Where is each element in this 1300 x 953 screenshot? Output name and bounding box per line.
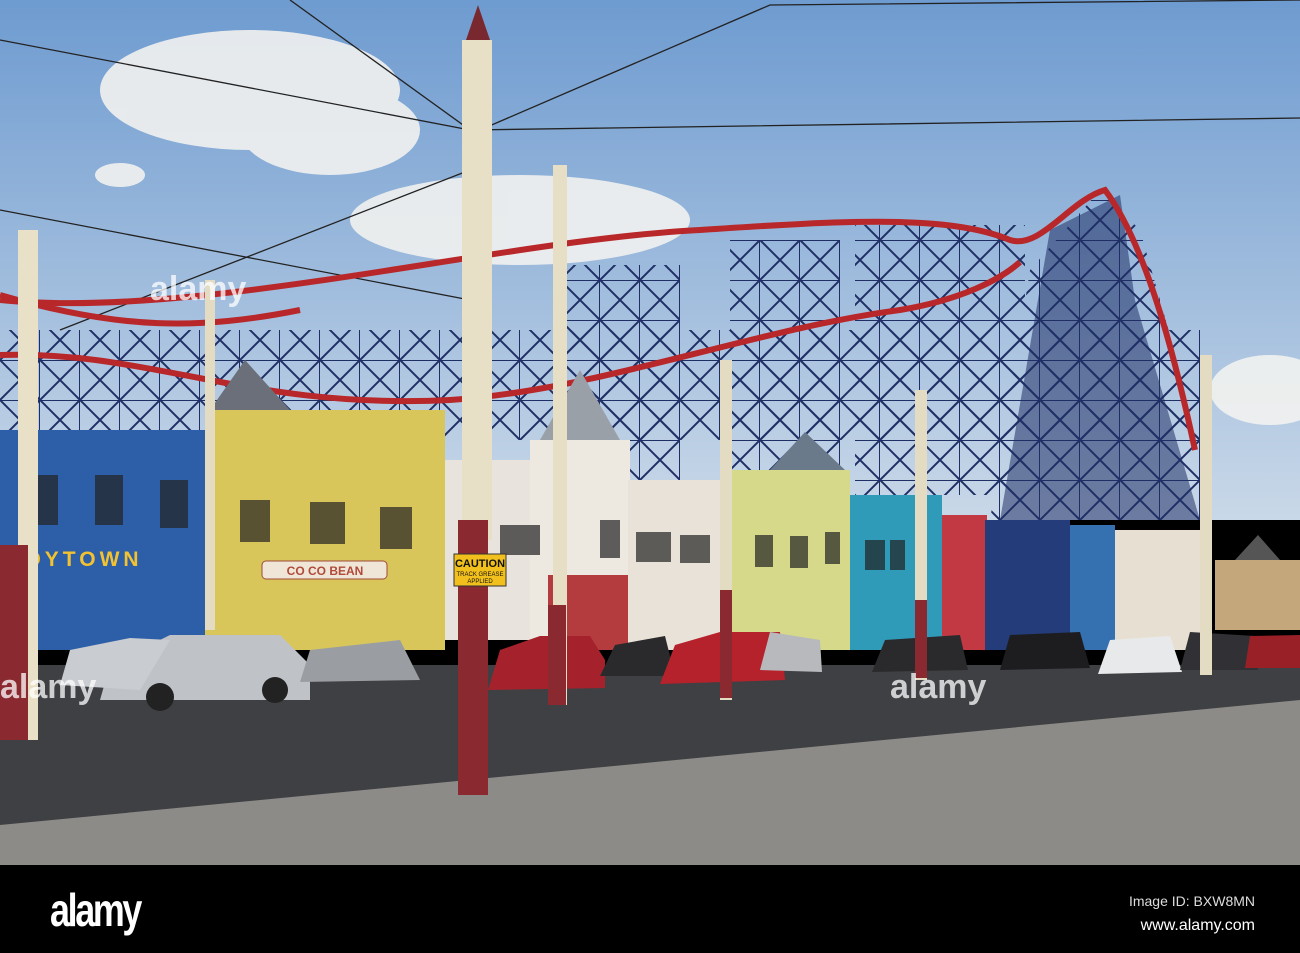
svg-text:CO CO BEAN: CO CO BEAN xyxy=(287,564,364,578)
site-url: www.alamy.com xyxy=(1140,917,1255,934)
svg-text:CAUTION: CAUTION xyxy=(455,558,505,570)
svg-text:APPLIED: APPLIED xyxy=(467,579,493,585)
blackpool-seafront-photo: TOYTOWN CO CO BEAN CAUTION TRACK GREASE xyxy=(0,0,1300,865)
watermark: alamy xyxy=(150,270,247,308)
svg-text:TRACK GREASE: TRACK GREASE xyxy=(456,572,503,578)
image-id: Image ID: BXW8MN xyxy=(1128,893,1255,909)
footer-bar: alamy Image ID: BXW8MN www.alamy.com xyxy=(0,865,1300,953)
photo-scene: TOYTOWN CO CO BEAN CAUTION TRACK GREASE xyxy=(0,0,1300,953)
caution-sign: CAUTION TRACK GREASE APPLIED xyxy=(453,553,507,587)
alamy-logo: alamy xyxy=(50,884,142,936)
watermark: alamy xyxy=(0,668,97,706)
co-co-bean-sign: CO CO BEAN xyxy=(261,560,388,580)
watermark: alamy xyxy=(890,668,987,706)
